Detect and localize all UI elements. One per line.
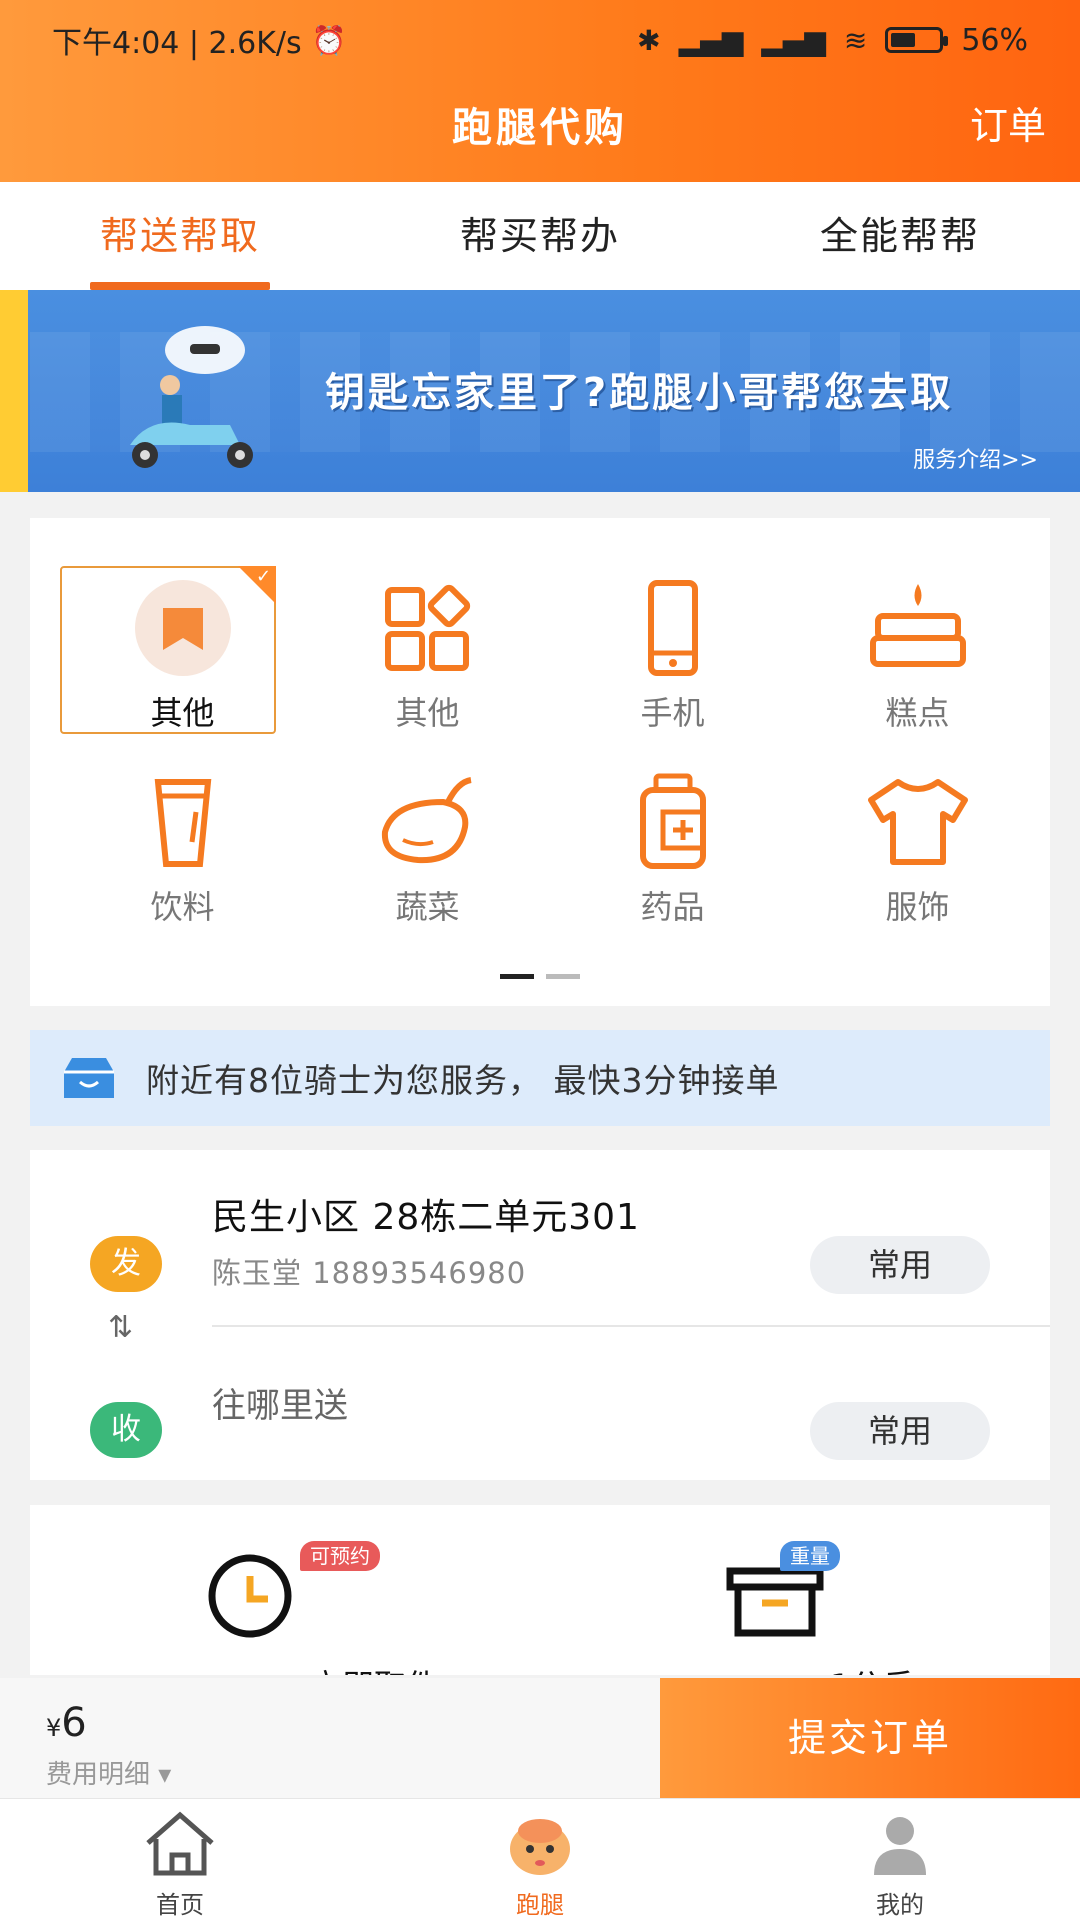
service-tabs: 帮送帮取 帮买帮办 全能帮帮: [0, 182, 1080, 290]
eggplant-icon: [381, 777, 472, 864]
category-card: ✓ 其他 其他 手机 糕点 饮料 蔬菜 药品 服饰: [30, 518, 1050, 1006]
weight-tag: 重量: [780, 1541, 840, 1571]
bottom-tabbar: 首页 跑腿 我的: [0, 1798, 1080, 1920]
check-icon: ✓: [256, 566, 272, 587]
tab-send-fetch[interactable]: 帮送帮取: [0, 182, 360, 290]
category-vegetable[interactable]: 蔬菜: [305, 760, 550, 954]
cup-icon: [154, 779, 211, 867]
fee-detail-toggle[interactable]: 费用明细 ▾: [46, 1754, 171, 1791]
page-title: 跑腿代购: [452, 105, 628, 151]
category-medicine[interactable]: 药品: [550, 760, 795, 954]
signal-icon-2: ▂▄▆: [761, 23, 826, 57]
submit-order-button[interactable]: 提交订单: [660, 1678, 1080, 1798]
category-label: 糕点: [885, 694, 950, 732]
status-bar: 下午4:04 | 2.6K/s ⏰ ✱ ▂▄▆ ▂▄▆ ≋ 56%: [0, 0, 1080, 80]
swap-icon[interactable]: ⇅: [108, 1310, 133, 1345]
tabbar-home-label: 首页: [156, 1891, 204, 1919]
category-label: 手机: [640, 694, 705, 732]
category-label: 蔬菜: [395, 888, 460, 926]
tabbar-home[interactable]: 首页: [0, 1799, 360, 1920]
weight-option[interactable]: 重量 1公斤: [720, 1541, 1020, 1675]
pickup-options: 可预约 立即取件 重量 1公斤: [30, 1505, 1050, 1675]
from-address[interactable]: 民生小区 28栋二单元301: [212, 1188, 640, 1240]
category-drink[interactable]: 饮料: [60, 760, 305, 954]
orders-link[interactable]: 订单: [970, 95, 1046, 150]
cake-icon: [869, 584, 966, 667]
tab-all-help[interactable]: 全能帮帮: [720, 182, 1080, 290]
service-intro-link[interactable]: 服务介绍>>: [913, 442, 1038, 474]
bluetooth-icon: ✱: [637, 23, 661, 57]
status-time-speed: 下午4:04 | 2.6K/s: [52, 26, 302, 61]
battery-icon: [885, 27, 949, 53]
from-contact: 陈玉堂 18893546980: [212, 1256, 527, 1290]
category-label: 其他: [395, 694, 460, 732]
medicine-bottle-icon: [639, 773, 706, 869]
pickup-time-option[interactable]: 可预约 立即取件: [200, 1541, 500, 1675]
alarm-icon: ⏰: [311, 23, 347, 57]
category-clothing[interactable]: 服饰: [795, 760, 1040, 954]
banner-edge: [0, 290, 28, 492]
inbox-icon: [64, 1058, 114, 1098]
home-icon: [146, 1811, 214, 1876]
promo-banner[interactable]: 钥匙忘家里了?跑腿小哥帮您去取 服务介绍>>: [0, 290, 1080, 492]
fee-detail-label: 费用明细: [46, 1760, 151, 1790]
price-value: 6: [61, 1700, 87, 1746]
category-phone[interactable]: 手机: [550, 566, 795, 760]
app-header: 下午4:04 | 2.6K/s ⏰ ✱ ▂▄▆ ▂▄▆ ≋ 56% 跑腿代购 订…: [0, 0, 1080, 182]
battery-percent: 56%: [961, 22, 1028, 58]
scooter-rider-illustration: [130, 326, 253, 468]
notice-text: 附近有8位骑士为您服务， 最快3分钟接单: [146, 1061, 780, 1100]
pickup-time-label: 立即取件: [310, 1661, 438, 1675]
mascot-icon: [510, 1819, 570, 1875]
reservable-tag: 可预约: [300, 1541, 380, 1571]
page-indicator: [30, 974, 1050, 979]
shirt-icon: [867, 779, 968, 865]
send-badge: 发: [90, 1236, 162, 1292]
tabbar-mine[interactable]: 我的: [720, 1799, 1080, 1920]
tab-buy-handle[interactable]: 帮买帮办: [360, 182, 720, 290]
phone-icon: [647, 580, 698, 676]
category-label: 药品: [640, 888, 705, 926]
receive-badge: 收: [90, 1402, 162, 1458]
page-dot[interactable]: [546, 974, 580, 979]
category-label: 服饰: [885, 888, 950, 926]
category-label: 饮料: [150, 888, 215, 926]
from-common-button[interactable]: 常用: [810, 1236, 990, 1294]
tabbar-errand-label: 跑腿: [516, 1891, 564, 1919]
payment-bar: ¥6 费用明细 ▾ 提交订单: [0, 1678, 1080, 1798]
grid-apps-icon: [384, 584, 470, 671]
chevron-down-icon: ▾: [158, 1760, 172, 1790]
page-dot-active[interactable]: [500, 974, 534, 979]
tabbar-errand[interactable]: 跑腿: [360, 1799, 720, 1920]
weight-label: 1公斤: [830, 1661, 914, 1675]
to-address-field[interactable]: 往哪里送: [212, 1378, 348, 1427]
wifi-icon: ≋: [843, 23, 868, 57]
address-card: 发 民生小区 28栋二单元301 陈玉堂 18893546980 常用 ⇅ 收 …: [30, 1150, 1050, 1480]
user-icon: [874, 1817, 926, 1875]
divider: [212, 1325, 1050, 1327]
price: ¥6: [46, 1700, 87, 1746]
tabbar-mine-label: 我的: [876, 1891, 924, 1919]
currency-symbol: ¥: [46, 1714, 62, 1742]
signal-icon: ▂▄▆: [678, 23, 744, 57]
clock-icon: [208, 1554, 292, 1638]
category-other-selected[interactable]: ✓ 其他: [60, 566, 305, 760]
banner-headline: 钥匙忘家里了?跑腿小哥帮您去取: [325, 370, 954, 416]
rider-notice: 附近有8位骑士为您服务， 最快3分钟接单: [30, 1030, 1050, 1126]
to-common-button[interactable]: 常用: [810, 1402, 990, 1460]
category-other[interactable]: 其他: [305, 566, 550, 760]
category-cake[interactable]: 糕点: [795, 566, 1040, 760]
